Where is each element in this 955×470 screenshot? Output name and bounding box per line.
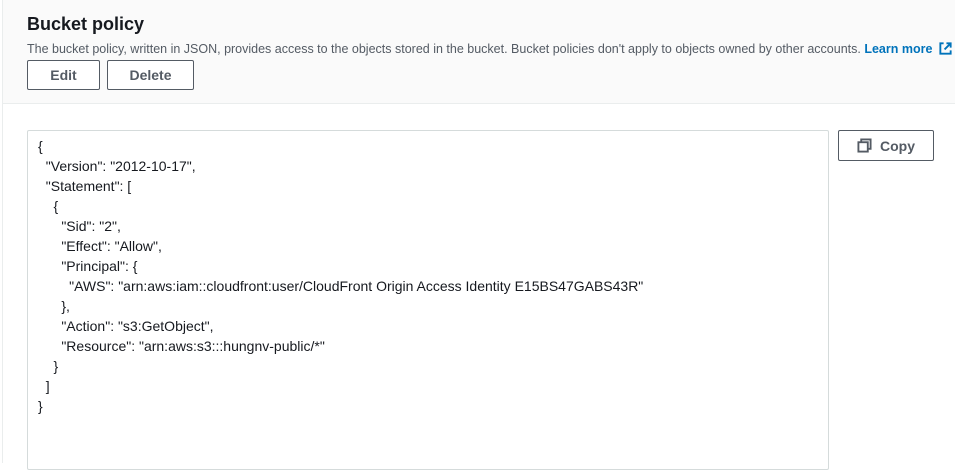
delete-button[interactable]: Delete bbox=[107, 60, 194, 90]
code-line: "Sid": "2", bbox=[38, 218, 121, 234]
panel-header: Bucket policy The bucket policy, written… bbox=[3, 0, 955, 104]
code-line: "Statement": [ bbox=[38, 178, 132, 194]
external-link-icon bbox=[939, 42, 953, 55]
copy-icon bbox=[857, 138, 872, 153]
code-line: } bbox=[38, 358, 59, 374]
code-line: "Version": "2012-10-17", bbox=[38, 158, 196, 174]
code-line: }, bbox=[38, 298, 70, 314]
learn-more-label: Learn more bbox=[864, 42, 933, 56]
code-line: "Effect": "Allow", bbox=[38, 238, 162, 254]
copy-button[interactable]: Copy bbox=[838, 130, 934, 161]
description-text: The bucket policy, written in JSON, prov… bbox=[27, 42, 861, 56]
learn-more-link[interactable]: Learn more bbox=[864, 42, 953, 56]
panel-title: Bucket policy bbox=[27, 14, 145, 34]
code-line: "Resource": "arn:aws:s3:::hungnv-public/… bbox=[38, 338, 325, 354]
code-line: ] bbox=[38, 378, 50, 394]
policy-code-viewer[interactable]: { "Version": "2012-10-17", "Statement": … bbox=[27, 130, 829, 470]
bucket-policy-panel: Bucket policy The bucket policy, written… bbox=[2, 0, 955, 470]
code-line: "Principal": { bbox=[38, 258, 138, 274]
code-line: } bbox=[38, 398, 43, 414]
copy-label: Copy bbox=[880, 137, 915, 154]
edit-button[interactable]: Edit bbox=[27, 60, 100, 90]
code-line: { bbox=[38, 138, 43, 154]
code-line: "Action": "s3:GetObject", bbox=[38, 318, 214, 334]
panel-description: The bucket policy, written in JSON, prov… bbox=[27, 41, 953, 56]
code-line: { bbox=[38, 198, 59, 214]
code-line: "AWS": "arn:aws:iam::cloudfront:user/Clo… bbox=[38, 278, 644, 294]
